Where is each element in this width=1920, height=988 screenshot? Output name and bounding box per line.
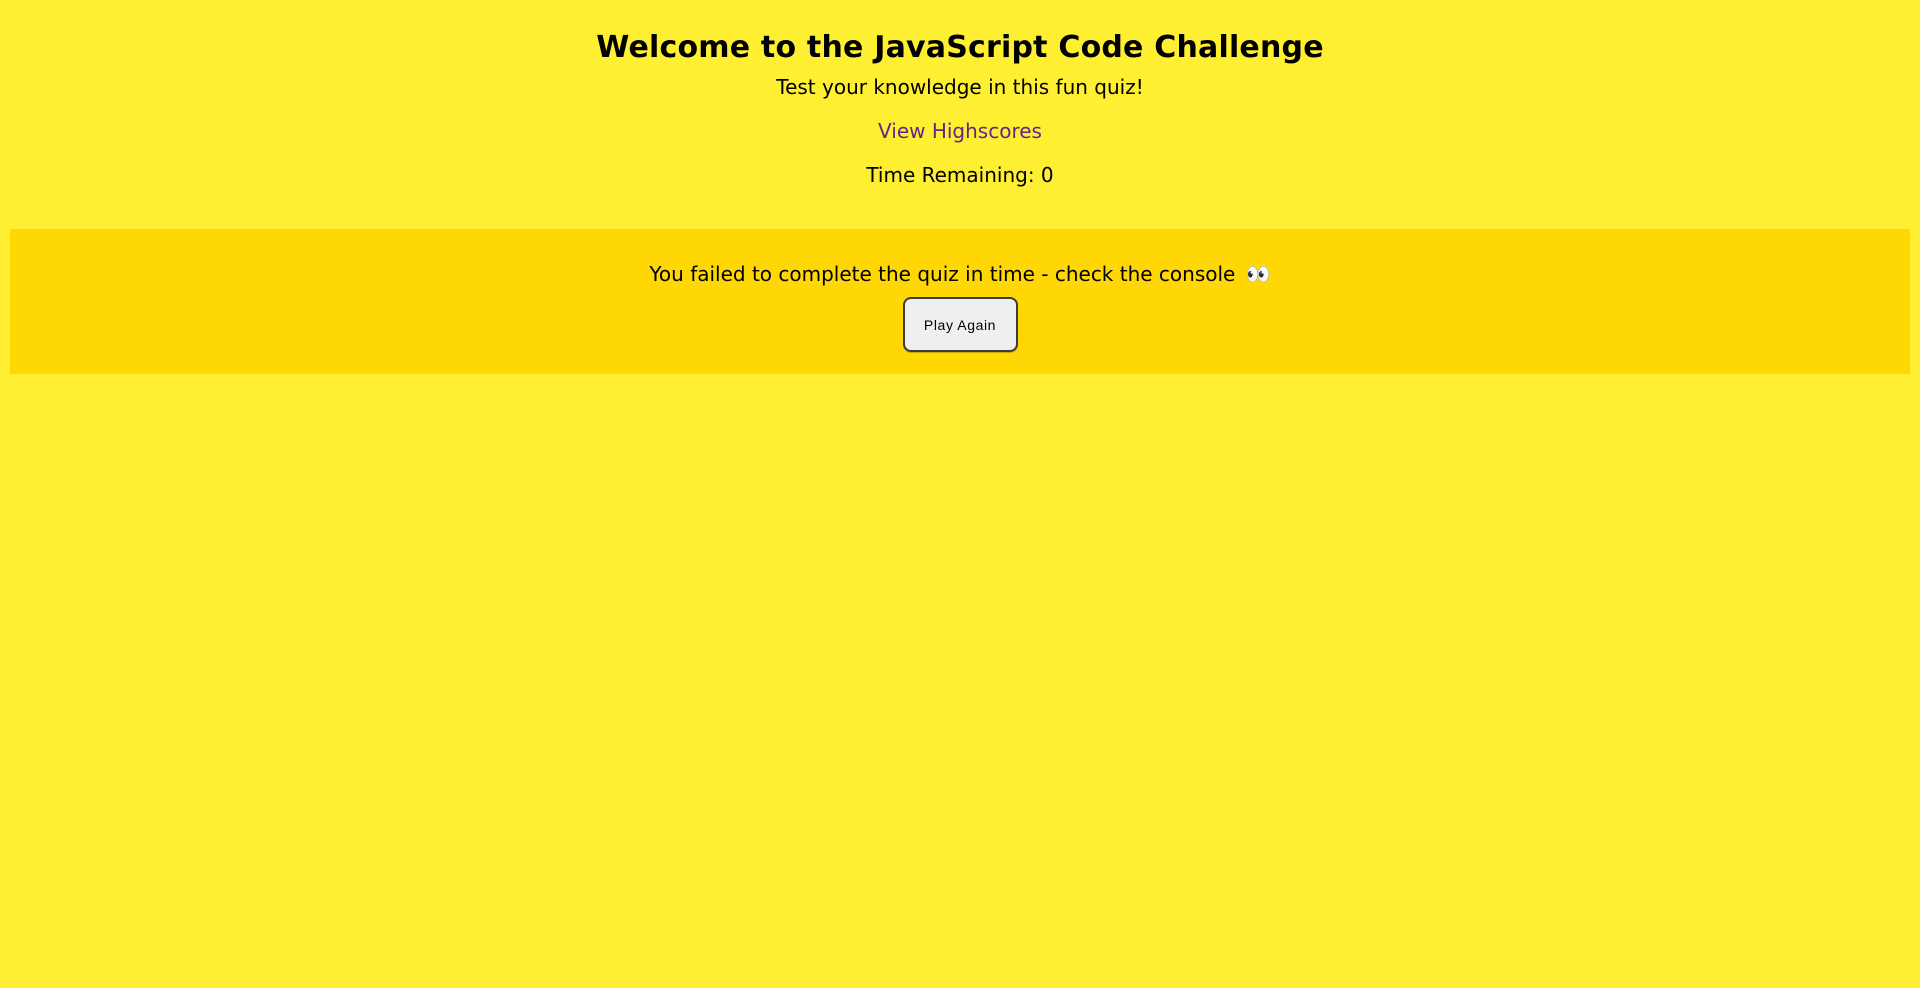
time-remaining: Time Remaining: 0 bbox=[866, 163, 1054, 187]
view-highscores-link[interactable]: View Highscores bbox=[878, 116, 1042, 146]
eyes-icon: 👀 bbox=[1245, 262, 1271, 286]
result-panel: You failed to complete the quiz in time … bbox=[10, 229, 1910, 374]
fail-message: You failed to complete the quiz in time … bbox=[10, 259, 1910, 289]
fail-message-text: You failed to complete the quiz in time … bbox=[649, 262, 1236, 286]
page-subtitle: Test your knowledge in this fun quiz! bbox=[776, 75, 1144, 99]
play-again-button[interactable]: Play Again bbox=[902, 297, 1018, 352]
page-header: Welcome to the JavaScript Code Challenge… bbox=[0, 0, 1920, 190]
page-title: Welcome to the JavaScript Code Challenge bbox=[596, 30, 1324, 65]
